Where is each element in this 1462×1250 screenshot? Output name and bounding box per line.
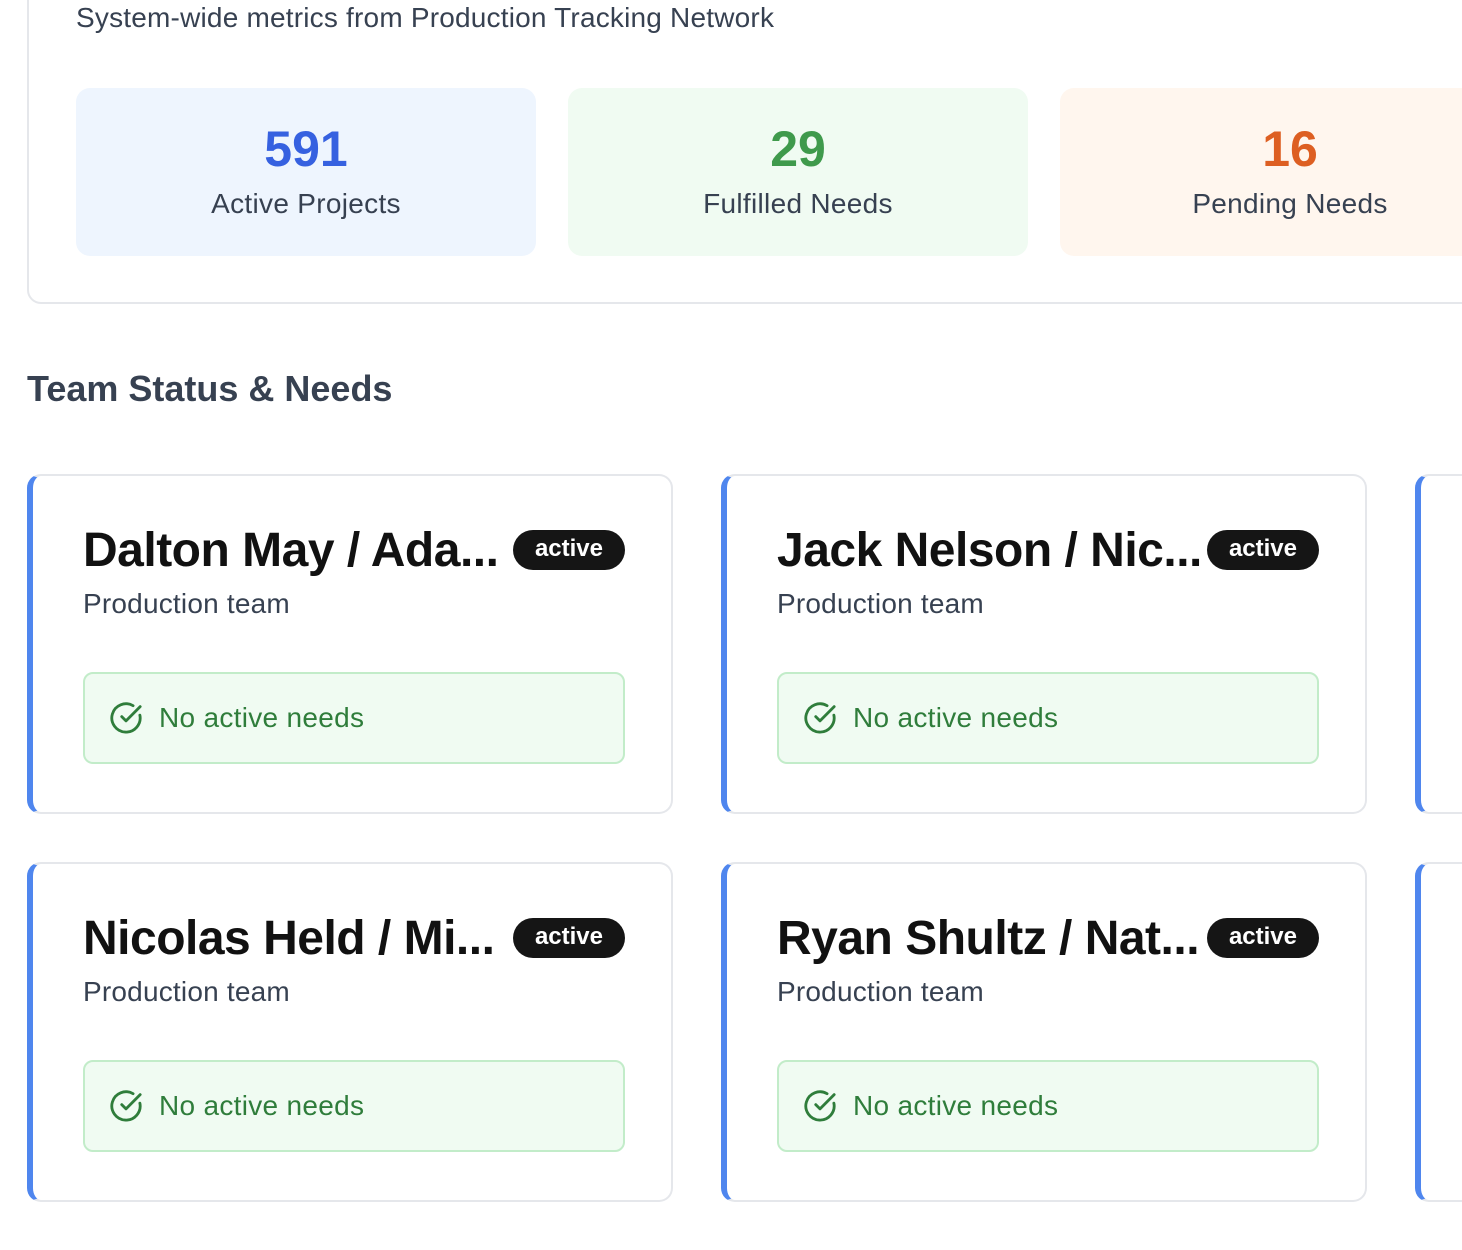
status-badge: active — [512, 529, 625, 571]
card-header: Jack Nelson / Nic... active — [777, 520, 1319, 580]
stat-card-active-projects: 591 Active Projects — [76, 88, 536, 256]
needs-text: No active needs — [853, 702, 1059, 733]
needs-status-box: No active needs — [777, 672, 1319, 764]
needs-status-box: No active needs — [777, 1060, 1319, 1152]
stat-card-pending-needs: 16 Pending Needs — [1060, 88, 1462, 256]
needs-status-box: No active needs — [83, 672, 625, 764]
team-type: Production team — [777, 976, 984, 1007]
check-circle-icon — [804, 1090, 836, 1122]
team-type: Production team — [777, 588, 984, 619]
team-card[interactable] — [1415, 474, 1462, 814]
team-card[interactable]: Dalton May / Ada... active Production te… — [27, 474, 673, 814]
status-badge: active — [1206, 917, 1319, 959]
dashboard-page: System-wide metrics from Production Trac… — [0, 0, 1462, 1250]
check-circle-icon — [110, 702, 142, 734]
team-name: Ryan Shultz / Nat... — [777, 911, 1200, 965]
stat-value: 29 — [770, 121, 826, 177]
stat-label: Fulfilled Needs — [703, 188, 893, 219]
stat-value: 16 — [1262, 121, 1318, 177]
team-card[interactable]: Jack Nelson / Nic... active Production t… — [721, 474, 1367, 814]
team-card[interactable] — [1415, 862, 1462, 1202]
status-badge: active — [1206, 529, 1319, 571]
team-card[interactable]: Nicolas Held / Mi... active Production t… — [27, 862, 673, 1202]
metrics-subtitle: System-wide metrics from Production Trac… — [76, 2, 775, 33]
stat-value: 591 — [264, 121, 348, 177]
section-title: Team Status & Needs — [27, 368, 393, 409]
team-name: Jack Nelson / Nic... — [777, 523, 1202, 577]
needs-text: No active needs — [853, 1090, 1059, 1121]
team-card[interactable]: Ryan Shultz / Nat... active Production t… — [721, 862, 1367, 1202]
team-type: Production team — [83, 976, 290, 1007]
stat-label: Pending Needs — [1192, 188, 1388, 219]
card-header: Dalton May / Ada... active — [83, 520, 625, 580]
status-badge: active — [512, 917, 625, 959]
stat-label: Active Projects — [211, 188, 401, 219]
check-circle-icon — [804, 702, 836, 734]
card-header: Ryan Shultz / Nat... active — [777, 908, 1319, 968]
team-type: Production team — [83, 588, 290, 619]
team-name: Dalton May / Ada... — [83, 523, 499, 577]
needs-text: No active needs — [159, 702, 365, 733]
check-circle-icon — [110, 1090, 142, 1122]
stat-card-fulfilled-needs: 29 Fulfilled Needs — [568, 88, 1028, 256]
card-header: Nicolas Held / Mi... active — [83, 908, 625, 968]
needs-status-box: No active needs — [83, 1060, 625, 1152]
needs-text: No active needs — [159, 1090, 365, 1121]
team-name: Nicolas Held / Mi... — [83, 911, 495, 965]
